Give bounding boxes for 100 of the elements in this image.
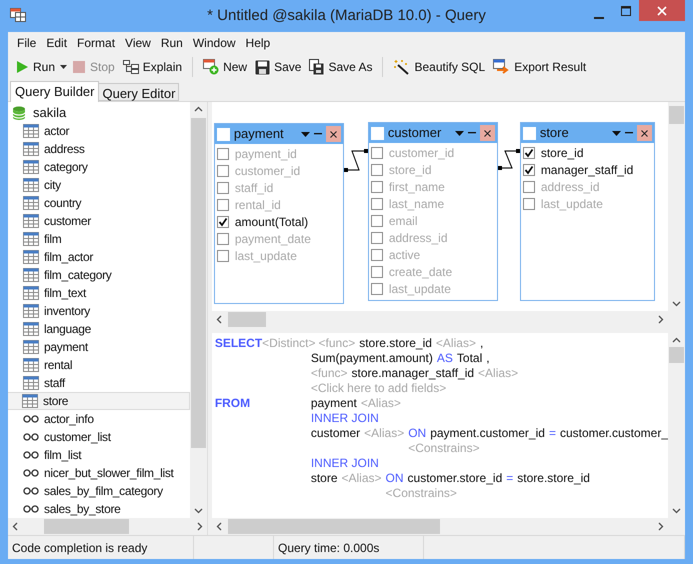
- saveas-button[interactable]: Save As: [306, 56, 376, 78]
- tree-item[interactable]: country: [8, 194, 190, 212]
- checkbox[interactable]: [216, 250, 229, 262]
- chevron-left-icon[interactable]: [216, 522, 222, 531]
- tree-item[interactable]: actor: [8, 122, 190, 140]
- checkbox[interactable]: [216, 128, 230, 140]
- checkbox[interactable]: [370, 248, 383, 260]
- tree-item[interactable]: customer_list: [8, 428, 190, 446]
- chevron-right-icon[interactable]: [658, 315, 664, 324]
- tab[interactable]: Query Builder: [10, 81, 100, 102]
- checkbox[interactable]: [216, 148, 229, 160]
- explain-button[interactable]: Explain: [120, 56, 186, 78]
- tree-item[interactable]: film_text: [8, 284, 190, 302]
- tree-item[interactable]: inventory: [8, 302, 190, 320]
- tab[interactable]: Query Editor: [99, 83, 180, 101]
- scrollbar-thumb[interactable]: [669, 347, 684, 363]
- scrollbar-thumb[interactable]: [669, 106, 684, 124]
- run-button[interactable]: Run: [12, 56, 58, 78]
- dropdown-icon[interactable]: [612, 130, 621, 136]
- close-button[interactable]: [636, 125, 652, 141]
- checkbox[interactable]: [216, 216, 229, 228]
- chevron-left-icon[interactable]: [12, 522, 18, 531]
- checkbox[interactable]: [370, 232, 383, 244]
- tree-item[interactable]: category: [8, 158, 190, 176]
- close-button[interactable]: [639, 0, 685, 21]
- tree-item[interactable]: sales_by_film_category: [8, 482, 190, 500]
- checkbox[interactable]: [522, 198, 535, 210]
- checkbox[interactable]: [370, 266, 383, 278]
- tree-item[interactable]: address: [8, 140, 190, 158]
- minimize-icon[interactable]: [314, 133, 322, 135]
- checkbox[interactable]: [370, 180, 383, 192]
- tree-item[interactable]: sakila: [33, 103, 66, 123]
- chevron-up-icon[interactable]: [194, 106, 203, 112]
- menu-item[interactable]: File: [12, 32, 42, 54]
- relationship-connector: [344, 147, 368, 172]
- new-button[interactable]: New: [200, 56, 250, 78]
- scrollbar-thumb[interactable]: [190, 118, 206, 448]
- checkbox[interactable]: [370, 214, 383, 226]
- table-card[interactable]: payment payment_id customer_id staff_id rental_id amount(Total) payment_date last_update: [214, 123, 344, 304]
- checkbox[interactable]: [216, 164, 229, 176]
- save-button[interactable]: Save: [252, 56, 304, 78]
- tree-item[interactable]: language: [8, 320, 190, 338]
- tree-item[interactable]: film: [8, 230, 190, 248]
- chevron-down-icon[interactable]: [672, 508, 681, 514]
- horizontal-scrollbar[interactable]: [8, 518, 207, 535]
- tree-item[interactable]: rental: [8, 356, 190, 374]
- checkbox[interactable]: [370, 126, 384, 140]
- menu-item[interactable]: Help: [240, 32, 276, 54]
- checkbox[interactable]: [370, 146, 383, 158]
- dropdown-icon[interactable]: [300, 132, 310, 136]
- checkbox[interactable]: [522, 164, 535, 176]
- minimize-icon[interactable]: [624, 132, 633, 134]
- field-name: create_date: [388, 264, 452, 280]
- minimize-icon[interactable]: [468, 132, 476, 134]
- scrollbar-thumb[interactable]: [228, 312, 266, 327]
- chevron-right-icon[interactable]: [658, 522, 664, 531]
- tree-item[interactable]: film_actor: [8, 248, 190, 266]
- checkbox[interactable]: [370, 164, 383, 176]
- close-button[interactable]: [480, 125, 495, 141]
- tree-item[interactable]: nicer_but_slower_film_list: [8, 464, 190, 482]
- vertical-scrollbar[interactable]: [190, 102, 207, 518]
- menu-item[interactable]: View: [120, 32, 156, 54]
- scrollbar-thumb[interactable]: [44, 519, 129, 534]
- close-button[interactable]: [326, 126, 341, 142]
- checkbox[interactable]: [216, 232, 229, 244]
- menu-item[interactable]: Run: [156, 32, 188, 54]
- menu-item[interactable]: Edit: [41, 32, 72, 54]
- sql-text: ,: [480, 336, 484, 351]
- chevron-right-icon[interactable]: [196, 522, 203, 531]
- chevron-down-icon[interactable]: [672, 301, 681, 307]
- tree-item[interactable]: city: [8, 176, 190, 194]
- tree-item[interactable]: film_list: [8, 446, 190, 464]
- tree-item[interactable]: store: [8, 392, 190, 410]
- caret-icon[interactable]: [60, 65, 68, 69]
- checkbox[interactable]: [216, 198, 229, 210]
- field-name: active: [388, 246, 420, 264]
- menu-item[interactable]: Format: [72, 32, 120, 54]
- export-icon: [493, 59, 510, 75]
- chevron-left-icon[interactable]: [216, 315, 222, 324]
- checkbox[interactable]: [216, 182, 229, 194]
- tree-item[interactable]: payment: [8, 338, 190, 356]
- chevron-up-icon[interactable]: [672, 337, 681, 343]
- tree-item[interactable]: sales_by_store: [8, 500, 190, 518]
- table-card[interactable]: customer customer_id store_id first_name last_name email address_id active create_date last_update: [368, 122, 498, 301]
- chevron-down-icon[interactable]: [194, 508, 203, 514]
- menu-item[interactable]: Window: [188, 32, 241, 54]
- tree-item[interactable]: film_category: [8, 266, 190, 284]
- tree-item[interactable]: actor_info: [8, 410, 190, 428]
- checkbox[interactable]: [370, 282, 383, 294]
- tree-item[interactable]: staff: [8, 374, 190, 392]
- scrollbar-thumb[interactable]: [228, 519, 440, 534]
- beautify-button[interactable]: Beautify SQL: [390, 56, 488, 78]
- checkbox[interactable]: [522, 180, 535, 192]
- tree-item[interactable]: customer: [8, 212, 190, 230]
- checkbox[interactable]: [522, 146, 535, 158]
- export-button[interactable]: Export Result: [490, 56, 590, 78]
- dropdown-icon[interactable]: [454, 130, 464, 136]
- table-card[interactable]: store store_id manager_staff_id address_id last_update: [520, 122, 655, 301]
- checkbox[interactable]: [370, 198, 383, 210]
- checkbox[interactable]: [522, 126, 536, 140]
